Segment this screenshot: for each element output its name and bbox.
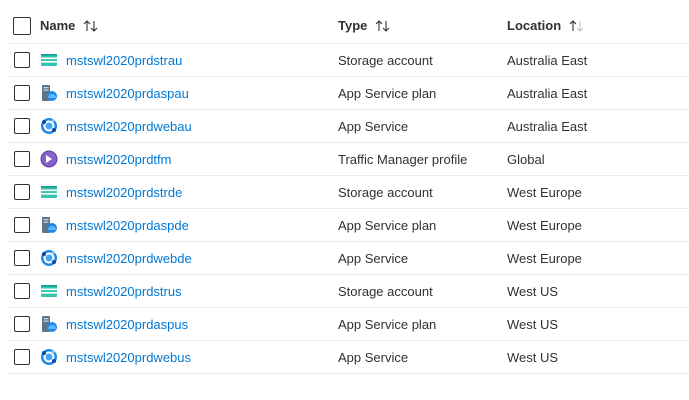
column-header-location-label: Location (507, 18, 562, 33)
row-checkbox[interactable] (14, 118, 30, 134)
resource-name-link[interactable]: mstswl2020prdstrus (66, 284, 182, 299)
table-row[interactable]: mstswl2020prdaspde App Service plan West… (8, 209, 689, 242)
row-checkbox[interactable] (14, 85, 30, 101)
name-cell: mstswl2020prdwebde (40, 249, 192, 267)
resource-location: West Europe (507, 184, 582, 200)
name-cell: mstswl2020prdaspau (40, 84, 189, 102)
table-row[interactable]: mstswl2020prdaspau App Service plan Aust… (8, 77, 689, 110)
resource-type: App Service plan (338, 316, 437, 332)
resource-location: West US (507, 283, 559, 299)
row-checkbox[interactable] (14, 250, 30, 266)
resource-location: Global (507, 151, 545, 167)
resource-location: West Europe (507, 217, 582, 233)
name-cell: mstswl2020prdwebus (40, 348, 191, 366)
app-service-icon (40, 249, 58, 267)
select-all-checkbox[interactable] (13, 16, 31, 35)
column-header-type-label: Type (338, 18, 368, 33)
name-cell: mstswl2020prdaspde (40, 216, 189, 234)
table-row[interactable]: mstswl2020prdwebus App Service West US (8, 341, 689, 374)
table-row[interactable]: mstswl2020prdwebau App Service Australia… (8, 110, 689, 143)
table-row[interactable]: mstswl2020prdstrus Storage account West … (8, 275, 689, 308)
sort-icon[interactable] (83, 19, 99, 32)
grid-header: Name Type Location (8, 8, 689, 44)
resource-location: West Europe (507, 250, 582, 266)
resource-name-link[interactable]: mstswl2020prdstrau (66, 53, 182, 68)
table-row[interactable]: mstswl2020prdaspus App Service plan West… (8, 308, 689, 341)
name-cell: mstswl2020prdaspus (40, 315, 188, 333)
resource-type: App Service plan (338, 217, 437, 233)
column-header-name-label: Name (40, 18, 76, 33)
resources-grid: Name Type Location mstswl2020prdstrau St… (8, 8, 689, 374)
resource-name-link[interactable]: mstswl2020prdwebde (66, 251, 192, 266)
row-checkbox[interactable] (14, 316, 30, 332)
traffic-manager-icon (40, 150, 58, 168)
resource-type: Storage account (338, 184, 433, 200)
app-service-plan-icon (40, 315, 58, 333)
name-cell: mstswl2020prdstrau (40, 51, 182, 69)
resource-name-link[interactable]: mstswl2020prdtfm (66, 152, 171, 167)
row-checkbox[interactable] (14, 184, 30, 200)
column-header-type[interactable]: Type (338, 18, 391, 33)
sort-ascending-icon[interactable] (569, 19, 585, 32)
resource-name-link[interactable]: mstswl2020prdwebus (66, 350, 191, 365)
resource-location: Australia East (507, 85, 588, 101)
table-row[interactable]: mstswl2020prdstrde Storage account West … (8, 176, 689, 209)
column-header-name[interactable]: Name (40, 18, 99, 33)
table-row[interactable]: mstswl2020prdwebde App Service West Euro… (8, 242, 689, 275)
row-checkbox[interactable] (14, 52, 30, 68)
table-row[interactable]: mstswl2020prdtfm Traffic Manager profile… (8, 143, 689, 176)
name-cell: mstswl2020prdstrus (40, 282, 182, 300)
row-checkbox[interactable] (14, 217, 30, 233)
storage-account-icon (40, 183, 58, 201)
name-cell: mstswl2020prdstrde (40, 183, 182, 201)
sort-icon[interactable] (375, 19, 391, 32)
resource-name-link[interactable]: mstswl2020prdaspus (66, 317, 188, 332)
app-service-icon (40, 117, 58, 135)
resource-name-link[interactable]: mstswl2020prdaspau (66, 86, 189, 101)
resource-location: West US (507, 349, 559, 365)
storage-account-icon (40, 282, 58, 300)
resource-type: Storage account (338, 52, 433, 68)
resource-type: App Service (338, 250, 409, 266)
resource-type: Traffic Manager profile (338, 151, 468, 167)
grid-body: mstswl2020prdstrau Storage account Austr… (8, 44, 689, 374)
resource-location: Australia East (507, 118, 588, 134)
resource-location: Australia East (507, 52, 588, 68)
table-row[interactable]: mstswl2020prdstrau Storage account Austr… (8, 44, 689, 77)
resource-name-link[interactable]: mstswl2020prdstrde (66, 185, 182, 200)
resource-type: App Service (338, 118, 409, 134)
column-header-location[interactable]: Location (507, 18, 585, 33)
app-service-plan-icon (40, 216, 58, 234)
app-service-plan-icon (40, 84, 58, 102)
row-checkbox[interactable] (14, 151, 30, 167)
resource-name-link[interactable]: mstswl2020prdaspde (66, 218, 189, 233)
row-checkbox[interactable] (14, 283, 30, 299)
app-service-icon (40, 348, 58, 366)
name-cell: mstswl2020prdwebau (40, 117, 192, 135)
resource-type: App Service (338, 349, 409, 365)
resource-location: West US (507, 316, 559, 332)
storage-account-icon (40, 51, 58, 69)
resource-name-link[interactable]: mstswl2020prdwebau (66, 119, 192, 134)
name-cell: mstswl2020prdtfm (40, 150, 171, 168)
row-checkbox[interactable] (14, 349, 30, 365)
resource-type: App Service plan (338, 85, 437, 101)
resource-type: Storage account (338, 283, 433, 299)
